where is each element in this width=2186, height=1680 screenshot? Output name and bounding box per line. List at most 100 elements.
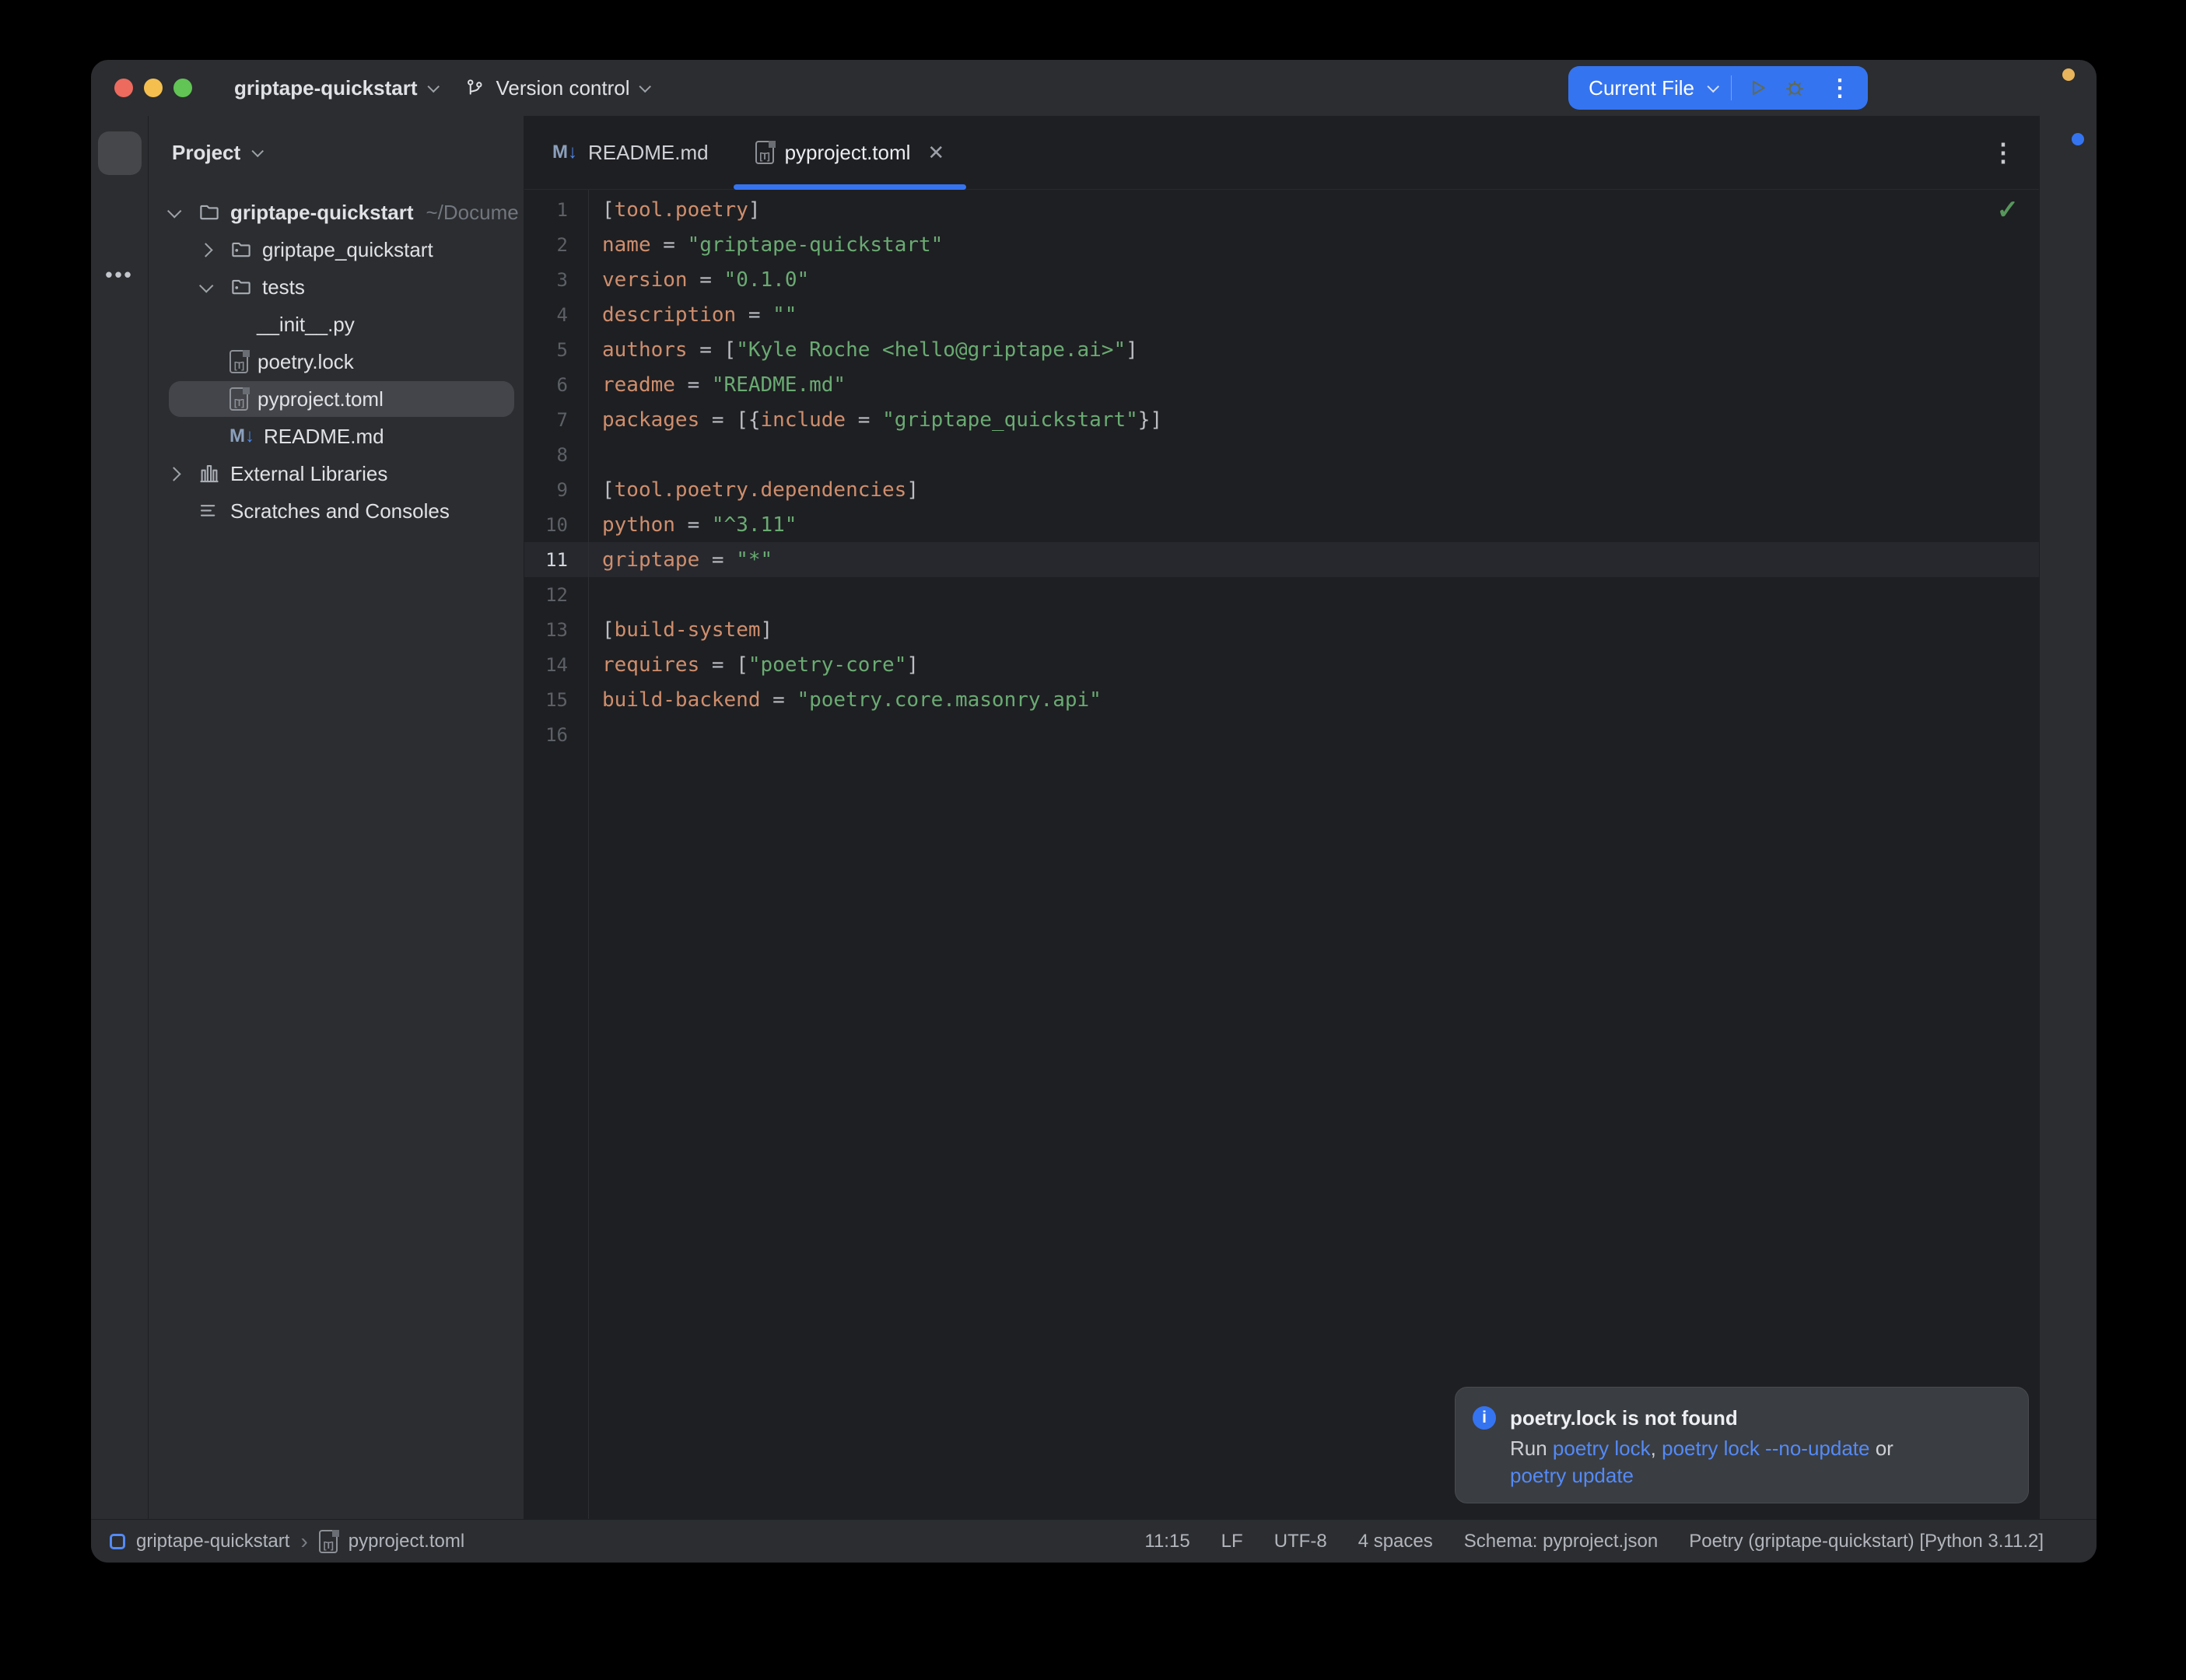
tree-item-griptape-quickstart[interactable]: griptape-quickstart ~/Docume bbox=[149, 194, 524, 231]
tree-item-label: griptape-quickstart bbox=[230, 201, 414, 225]
breadcrumb-item[interactable]: pyproject.toml bbox=[349, 1531, 464, 1552]
more-run-options-icon[interactable]: ⋮ bbox=[1820, 75, 1860, 102]
settings-button[interactable] bbox=[2033, 65, 2078, 110]
code-line[interactable]: 13[build-system] bbox=[524, 612, 2039, 647]
close-window-button[interactable] bbox=[114, 79, 133, 97]
notifications-button[interactable] bbox=[2047, 131, 2090, 175]
vcs-selector[interactable]: Version control bbox=[456, 72, 657, 105]
code-text: name = "griptape-quickstart" bbox=[588, 233, 943, 257]
structure-button[interactable] bbox=[98, 192, 142, 236]
line-number[interactable]: 3 bbox=[524, 269, 588, 291]
status-utf-8[interactable]: UTF-8 bbox=[1274, 1531, 1327, 1552]
right-tool-stripe bbox=[2039, 116, 2097, 1519]
code-text: version = "0.1.0" bbox=[588, 268, 809, 292]
line-number[interactable]: 15 bbox=[524, 689, 588, 711]
code-line[interactable]: 5authors = ["Kyle Roche <hello@griptape.… bbox=[524, 332, 2039, 367]
more-button[interactable]: ••• bbox=[98, 253, 142, 296]
minimize-window-button[interactable] bbox=[144, 79, 163, 97]
line-number[interactable]: 4 bbox=[524, 304, 588, 326]
breadcrumb-item[interactable]: griptape-quickstart bbox=[136, 1531, 289, 1552]
code-line[interactable]: 4description = "" bbox=[524, 297, 2039, 332]
code-line[interactable]: 7packages = [{include = "griptape_quicks… bbox=[524, 402, 2039, 437]
info-icon: i bbox=[1473, 1406, 1496, 1430]
notification-link[interactable]: poetry lock bbox=[1553, 1437, 1651, 1460]
copilot-button[interactable] bbox=[2047, 253, 2090, 296]
status-widgets: 11:15 LF UTF-8 4 spaces Schema: pyproject.js… bbox=[1113, 1531, 2075, 1552]
line-number[interactable]: 16 bbox=[524, 724, 588, 746]
notification-text: Run bbox=[1510, 1437, 1553, 1460]
tree-item-init-py[interactable]: __init__.py bbox=[149, 306, 524, 343]
line-number[interactable]: 14 bbox=[524, 654, 588, 676]
version-control-button[interactable] bbox=[98, 1466, 142, 1510]
main-area: ••• Project griptape-quickstart~/Documeg… bbox=[91, 116, 2097, 1519]
run-icon[interactable] bbox=[1746, 76, 1769, 100]
tab-readme-md[interactable]: M↓README.md bbox=[529, 116, 732, 189]
tree-item-path: ~/Docume bbox=[426, 201, 519, 225]
divider bbox=[1731, 75, 1732, 100]
inspections-ok-icon[interactable]: ✓ bbox=[1997, 194, 2020, 226]
zoom-window-button[interactable] bbox=[173, 79, 192, 97]
line-number[interactable]: 9 bbox=[524, 479, 588, 501]
debug-icon[interactable] bbox=[1783, 76, 1806, 100]
search-button[interactable] bbox=[1975, 65, 2020, 110]
project-folder-button[interactable] bbox=[98, 131, 142, 175]
add-user-button[interactable] bbox=[1918, 65, 1963, 110]
code-text: [tool.poetry] bbox=[588, 198, 761, 222]
code-line[interactable]: 11griptape = "*" bbox=[524, 542, 2039, 577]
problems-button[interactable] bbox=[98, 1405, 142, 1449]
close-icon[interactable]: ✕ bbox=[927, 141, 944, 165]
code-line[interactable]: 15build-backend = "poetry.core.masonry.a… bbox=[524, 682, 2039, 717]
folder-dot-icon bbox=[229, 238, 253, 261]
tree-item-label: Scratches and Consoles bbox=[230, 499, 450, 523]
tab-pyproject-toml[interactable]: [T]pyproject.toml✕ bbox=[732, 116, 969, 189]
project-tree: griptape-quickstart ~/Docume griptape_quic… bbox=[149, 189, 524, 1519]
tree-item-readme-md[interactable]: M↓README.md bbox=[149, 418, 524, 455]
code-line[interactable]: 10python = "^3.11" bbox=[524, 507, 2039, 542]
code-line[interactable]: 9[tool.poetry.dependencies] bbox=[524, 472, 2039, 507]
notification-link[interactable]: poetry lock --no-update bbox=[1662, 1437, 1869, 1460]
tree-item-pyproject-toml[interactable]: [T]pyproject.toml bbox=[149, 380, 524, 418]
line-number[interactable]: 13 bbox=[524, 619, 588, 641]
markdown-file-icon: M↓ bbox=[552, 143, 577, 162]
status-11-15[interactable]: 11:15 bbox=[1144, 1531, 1189, 1552]
status-schema-pyproject-json[interactable]: Schema: pyproject.json bbox=[1464, 1531, 1658, 1552]
code-line[interactable]: 2name = "griptape-quickstart" bbox=[524, 227, 2039, 262]
line-number[interactable]: 1 bbox=[524, 199, 588, 221]
tree-item-tests[interactable]: tests bbox=[149, 268, 524, 306]
project-panel-header[interactable]: Project bbox=[149, 116, 524, 189]
line-number[interactable]: 7 bbox=[524, 409, 588, 431]
line-number[interactable]: 8 bbox=[524, 444, 588, 466]
code-text: python = "^3.11" bbox=[588, 513, 797, 537]
more-vert-icon[interactable]: ⋮ bbox=[1991, 116, 2016, 189]
tree-item-scratches-and-consoles[interactable]: Scratches and Consoles bbox=[149, 492, 524, 530]
line-number[interactable]: 2 bbox=[524, 234, 588, 256]
code-editor[interactable]: 1[tool.poetry]2name = "griptape-quicksta… bbox=[524, 190, 2039, 1519]
code-line[interactable]: 14requires = ["poetry-core"] bbox=[524, 647, 2039, 682]
tree-item-external-libraries[interactable]: External Libraries bbox=[149, 455, 524, 492]
toml-file-icon: [T] bbox=[319, 1530, 338, 1553]
code-line[interactable]: 3version = "0.1.0" bbox=[524, 262, 2039, 297]
code-text: readme = "README.md" bbox=[588, 373, 846, 397]
title-bar: griptape-quickstart Version control Curr… bbox=[91, 60, 2097, 116]
run-config-selector[interactable]: Current File bbox=[1589, 76, 1694, 100]
line-number[interactable]: 10 bbox=[524, 514, 588, 536]
line-number[interactable]: 6 bbox=[524, 374, 588, 396]
code-line[interactable]: 12 bbox=[524, 577, 2039, 612]
terminal-button[interactable] bbox=[98, 1345, 142, 1388]
tree-item-griptape-quickstart[interactable]: griptape_quickstart bbox=[149, 231, 524, 268]
status-poetry-griptape-quickstart-python-3-11-2[interactable]: Poetry (griptape-quickstart) [Python 3.1… bbox=[1689, 1531, 2044, 1552]
project-selector[interactable]: griptape-quickstart bbox=[226, 72, 445, 105]
status-lf[interactable]: LF bbox=[1221, 1531, 1243, 1552]
line-number[interactable]: 12 bbox=[524, 584, 588, 606]
status-4-spaces[interactable]: 4 spaces bbox=[1358, 1531, 1433, 1552]
line-number[interactable]: 5 bbox=[524, 339, 588, 361]
tree-item-poetry-lock[interactable]: [T]poetry.lock bbox=[149, 343, 524, 380]
code-line[interactable]: 1[tool.poetry] bbox=[524, 192, 2039, 227]
chevron-down-icon bbox=[252, 145, 264, 157]
database-button[interactable] bbox=[2047, 192, 2090, 236]
code-line[interactable]: 6readme = "README.md" bbox=[524, 367, 2039, 402]
line-number[interactable]: 11 bbox=[524, 549, 588, 571]
notification-link[interactable]: poetry update bbox=[1510, 1464, 1634, 1487]
code-line[interactable]: 8 bbox=[524, 437, 2039, 472]
code-line[interactable]: 16 bbox=[524, 717, 2039, 752]
